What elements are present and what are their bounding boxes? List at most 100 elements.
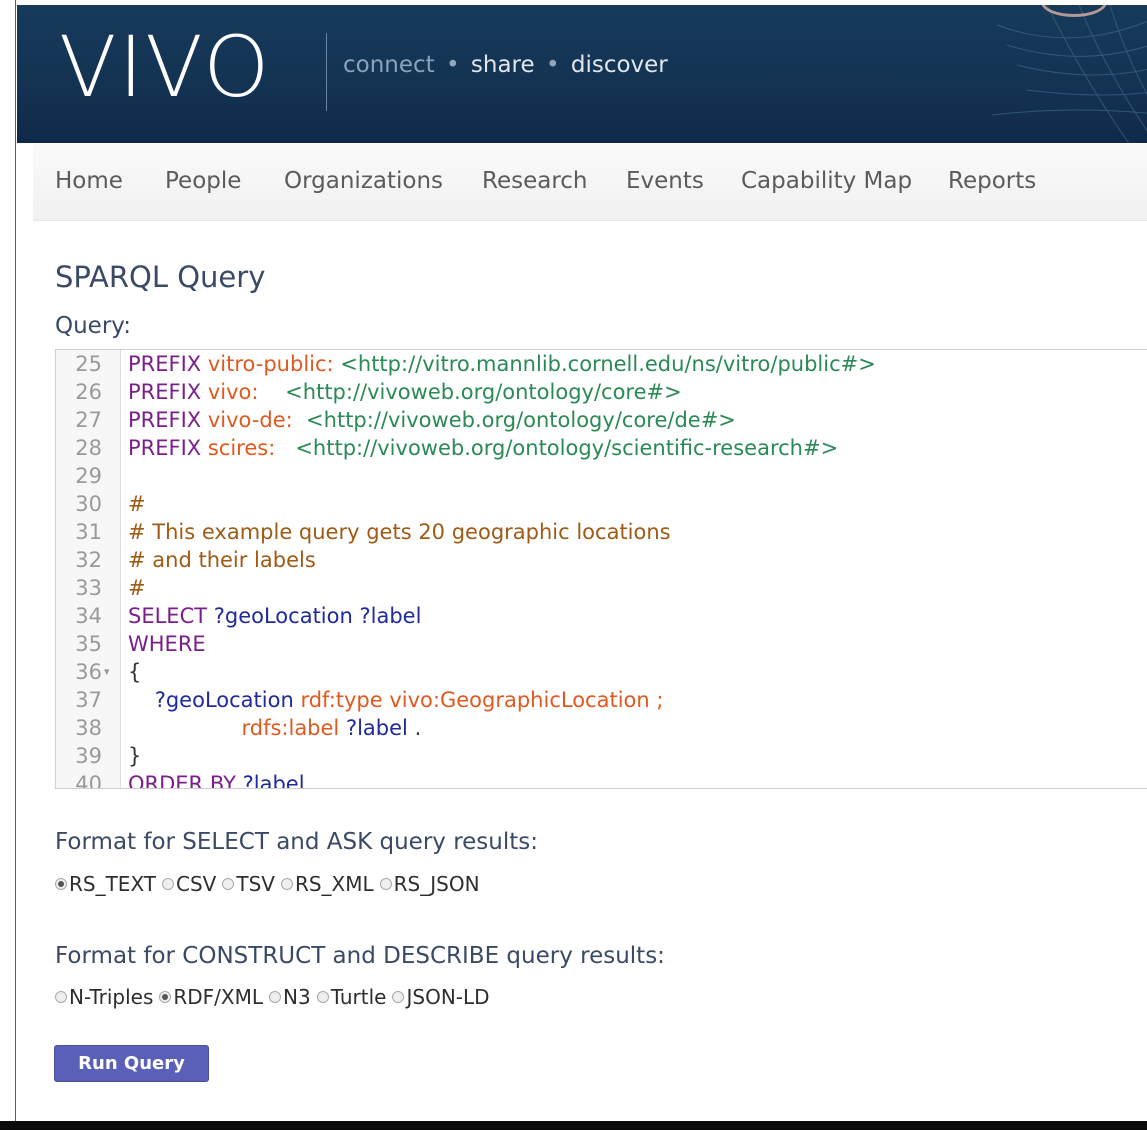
line-number: 30 [75, 492, 102, 516]
nav-item-events[interactable]: Events [626, 168, 704, 194]
radio-label: TSV [236, 872, 275, 896]
code-token: } [128, 744, 142, 768]
code-token: . [407, 716, 422, 740]
vivo-logo[interactable]: VIVO [59, 19, 271, 115]
code-text: ORDER BY ?label [128, 770, 305, 789]
radio-label: RS_TEXT [69, 872, 157, 896]
construct-format-option[interactable]: JSON-LD [392, 985, 490, 1009]
query-editor[interactable]: 25 PREFIX vitro-public: <http://vitro.man… [55, 349, 1147, 789]
tagline-separator: • [545, 52, 560, 78]
radio-label: CSV [176, 872, 217, 896]
line-number: 35 [75, 632, 102, 656]
code-token: ORDER BY [128, 772, 243, 789]
radio-button[interactable] [55, 991, 67, 1003]
tagline: connect • share • discover [343, 50, 668, 80]
code-token: # [128, 576, 146, 600]
code-token: rdf:type vivo:GeographicLocation ; [300, 688, 664, 712]
radio-button[interactable] [280, 878, 293, 890]
line-number: 34 [75, 604, 102, 628]
code-token: WHERE [128, 632, 206, 656]
construct-format-option[interactable]: Turtle [316, 985, 387, 1009]
radio-button[interactable] [222, 878, 235, 890]
code-text: ?geoLocation rdf:type vivo:GeographicLoc… [128, 686, 664, 714]
code-token: SELECT [128, 604, 214, 628]
line-number: 38 [75, 716, 102, 740]
nav-item-capability-map[interactable]: Capability Map [741, 168, 912, 194]
construct-format-option[interactable]: N3 [269, 985, 311, 1009]
code-token: rdfs:label [128, 716, 346, 740]
code-token: scires: [207, 436, 276, 460]
code-token: ?label [345, 716, 408, 740]
window-left-edge [0, 0, 16, 1130]
code-text: PREFIX vitro-public: <http://vitro.mannl… [128, 350, 876, 378]
fold-toggle-icon[interactable]: ▾ [104, 658, 110, 686]
line-number: 33 [75, 576, 102, 600]
code-text: PREFIX vivo: <http://vivoweb.org/ontolog… [128, 378, 682, 406]
code-token: # [128, 492, 146, 516]
radio-button[interactable] [316, 991, 329, 1003]
nav-item-reports[interactable]: Reports [948, 168, 1036, 194]
code-text: rdfs:label ?label . [128, 714, 421, 742]
nav-item-home[interactable]: Home [55, 168, 123, 194]
select-format-option[interactable]: TSV [222, 872, 275, 896]
main-nav: Home People Organizations Research Event… [33, 144, 1147, 221]
tagline-discover: discover [570, 52, 668, 78]
banner-decoration [991, 5, 1147, 143]
code-token: vivo: [207, 380, 259, 404]
construct-format-option[interactable]: RDF/XML [159, 985, 263, 1009]
line-number: 37 [75, 688, 102, 712]
page-title: SPARQL Query [55, 260, 266, 294]
radio-label: JSON-LD [406, 985, 490, 1009]
line-number: 29 [75, 464, 102, 488]
radio-button[interactable] [159, 991, 172, 1003]
code-token: ?geoLocation ?label [213, 604, 422, 628]
radio-button[interactable] [379, 878, 392, 890]
radio-button[interactable] [392, 991, 405, 1003]
line-number: 40 [75, 772, 102, 789]
construct-format-option[interactable]: N-Triples [55, 985, 153, 1009]
code-text: # This example query gets 20 geographic … [128, 518, 671, 546]
code-text: SELECT ?geoLocation ?label [128, 602, 421, 630]
tagline-share: share [470, 52, 535, 78]
code-token: PREFIX [128, 380, 208, 404]
code-text: PREFIX vivo-de: <http://vivoweb.org/onto… [128, 406, 736, 434]
code-token: <http://vivoweb.org/ontology/scientific-… [275, 436, 839, 460]
line-number: 27 [75, 408, 102, 432]
line-number: 25 [75, 352, 102, 376]
nav-item-organizations[interactable]: Organizations [284, 168, 443, 194]
run-query-button[interactable]: Run Query [54, 1045, 209, 1082]
code-token: ?label [242, 772, 305, 789]
radio-label: RDF/XML [173, 985, 264, 1009]
code-text: { [128, 658, 141, 686]
line-number: 39 [75, 744, 102, 768]
code-token: ?geoLocation [128, 688, 301, 712]
bottom-bar [0, 1121, 1147, 1130]
nav-item-people[interactable]: People [165, 168, 241, 194]
radio-label: RS_JSON [393, 872, 480, 896]
radio-button[interactable] [162, 878, 175, 890]
code-text: WHERE [128, 630, 206, 658]
select-format-option[interactable]: CSV [162, 872, 216, 896]
line-number: 31 [75, 520, 102, 544]
code-token: <http://vivoweb.org/ontology/core/de#> [292, 408, 736, 432]
select-format-option[interactable]: RS_XML [280, 872, 374, 896]
nav-item-research[interactable]: Research [482, 168, 588, 194]
code-token: PREFIX [128, 352, 208, 376]
code-text: # [128, 490, 146, 518]
code-text: } [128, 742, 141, 770]
logo-divider [326, 33, 327, 111]
radio-label: RS_XML [294, 872, 374, 896]
code-token: PREFIX [128, 408, 208, 432]
radio-button[interactable] [269, 991, 282, 1003]
select-format-option[interactable]: RS_JSON [379, 872, 480, 896]
select-format-option[interactable]: RS_TEXT [55, 872, 156, 896]
code-text: PREFIX scires: <http://vivoweb.org/ontol… [128, 434, 838, 462]
code-text: # [128, 574, 146, 602]
radio-label: N-Triples [69, 985, 154, 1009]
radio-label: Turtle [330, 985, 387, 1009]
code-text: # and their labels [128, 546, 316, 574]
line-number: 28 [75, 436, 102, 460]
header-banner: VIVO connect • share • discover [17, 5, 1147, 143]
radio-button[interactable] [55, 878, 67, 890]
code-token: <http://vitro.mannlib.cornell.edu/ns/vit… [333, 352, 876, 376]
